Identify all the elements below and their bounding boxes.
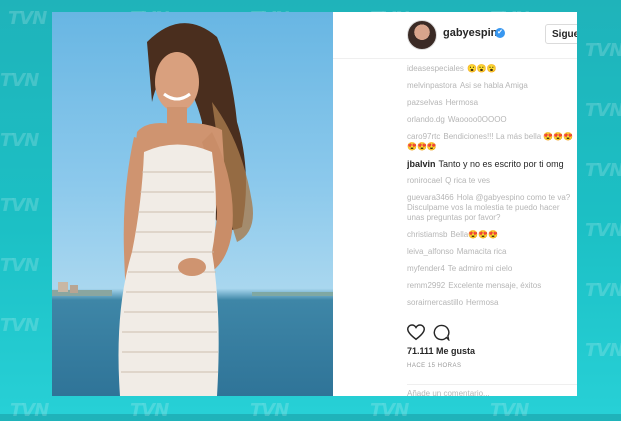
comment-item: leiva_alfonso Mamacita rica	[407, 247, 577, 257]
tvn-watermark: TVN	[585, 340, 621, 361]
comment-icon[interactable]	[433, 324, 450, 341]
comment-item: jbalvin Tanto y no es escrito por ti omg	[407, 159, 577, 169]
comment-item: ideasespeciales 😮😮😮	[407, 64, 577, 74]
comment-item: ronirocael Q rica te ves	[407, 176, 577, 186]
instagram-post: gabyespino ✔ Sigue ideasespeciales 😮😮😮 mel…	[52, 12, 577, 396]
comment-item: melvinpastora Asi se habla Amiga	[407, 81, 577, 91]
comment-username[interactable]: melvinpastora	[407, 81, 457, 90]
comment-text: Hermosa	[445, 98, 479, 107]
comment-username[interactable]: caro97rtc	[407, 132, 440, 141]
comment-text: Asi se habla Amiga	[459, 81, 528, 90]
tvn-watermark: TVN	[130, 400, 169, 421]
post-sidebar: gabyespino ✔ Sigue ideasespeciales 😮😮😮 mel…	[333, 12, 577, 396]
heart-icon[interactable]	[407, 324, 425, 341]
comment-text: Mamacita rica	[456, 247, 507, 256]
tvn-watermark: TVN	[250, 400, 289, 421]
comment-username[interactable]: leiva_alfonso	[407, 247, 454, 256]
add-comment-input[interactable]: Añade un comentario...	[407, 384, 577, 396]
tvn-watermark: TVN	[585, 40, 621, 61]
comment-item: sorairnercastillo Hermosa	[407, 298, 577, 308]
verified-badge-icon: ✔	[495, 28, 505, 38]
tvn-watermark: TVN	[0, 195, 39, 216]
comment-item: pazselvas Hermosa	[407, 98, 577, 108]
post-photo	[52, 12, 333, 396]
comment-text: Waoooo0OOOO	[447, 115, 507, 124]
comment-text: Q rica te ves	[445, 176, 491, 185]
tvn-watermark: TVN	[370, 400, 409, 421]
tvn-watermark: TVN	[585, 100, 621, 121]
post-actions	[407, 324, 577, 344]
tvn-watermark: TVN	[0, 315, 39, 336]
comment-text: Hermosa	[466, 298, 499, 307]
comment-username[interactable]: sorairnercastillo	[407, 298, 463, 307]
avatar[interactable]	[407, 20, 437, 50]
tvn-watermark: TVN	[10, 400, 49, 421]
comment-item: luisbolivar@jbalvin	[407, 315, 577, 316]
comment-text: Tanto y no es escrito por ti omg	[438, 159, 564, 169]
comment-item: caro97rtc Bendiciones!!! La más bella 😍😍😍…	[407, 132, 577, 152]
comment-username[interactable]: christiamsb	[407, 230, 447, 239]
comment-text: Excelente mensaje, éxitos	[448, 281, 542, 290]
comment-username[interactable]: pazselvas	[407, 98, 443, 107]
comment-username[interactable]: myfender4	[407, 264, 445, 273]
comment-text: Te admiro mi cielo	[447, 264, 513, 273]
comment-item: christiamsb Bella😍😍😍	[407, 230, 577, 240]
comment-username[interactable]: guevara3466	[407, 193, 454, 202]
tvn-watermark: TVN	[585, 220, 621, 241]
comment-username[interactable]: luisbolivar	[407, 315, 443, 316]
tvn-watermark: TVN	[0, 255, 39, 276]
tvn-watermark: TVN	[0, 70, 39, 91]
comments-list[interactable]: ideasespeciales 😮😮😮 melvinpastora Asi se ha…	[407, 64, 577, 316]
likes-count[interactable]: 71.111 Me gusta	[407, 346, 475, 356]
comment-username[interactable]: jbalvin	[407, 159, 436, 169]
comment-username[interactable]: orlando.dg	[407, 115, 445, 124]
follow-button[interactable]: Sigue	[545, 24, 577, 44]
post-timestamp: HACE 15 HORAS	[407, 363, 462, 369]
comment-text: Bella😍😍😍	[450, 230, 499, 239]
comment-username[interactable]: remm2992	[407, 281, 445, 290]
comment-item: myfender4 Te admiro mi cielo	[407, 264, 577, 274]
comment-text: 😮😮😮	[466, 64, 497, 73]
tvn-watermark: TVN	[585, 160, 621, 181]
comment-item: orlando.dg Waoooo0OOOO	[407, 115, 577, 125]
comment-username[interactable]: ideasespeciales	[407, 64, 464, 73]
post-header: gabyespino ✔ Sigue	[333, 12, 577, 59]
tvn-watermark: TVN	[585, 280, 621, 301]
comment-item: remm2992 Excelente mensaje, éxitos	[407, 281, 577, 291]
tvn-watermark: TVN	[490, 400, 529, 421]
tvn-watermark: TVN	[8, 8, 47, 29]
comment-text: @jbalvin	[446, 315, 477, 316]
comment-username[interactable]: ronirocael	[407, 176, 442, 185]
comment-item: guevara3466 Hola @gabyespino como te va? …	[407, 193, 577, 223]
woman-on-beach-image	[52, 23, 333, 396]
tvn-watermark: TVN	[0, 130, 39, 151]
